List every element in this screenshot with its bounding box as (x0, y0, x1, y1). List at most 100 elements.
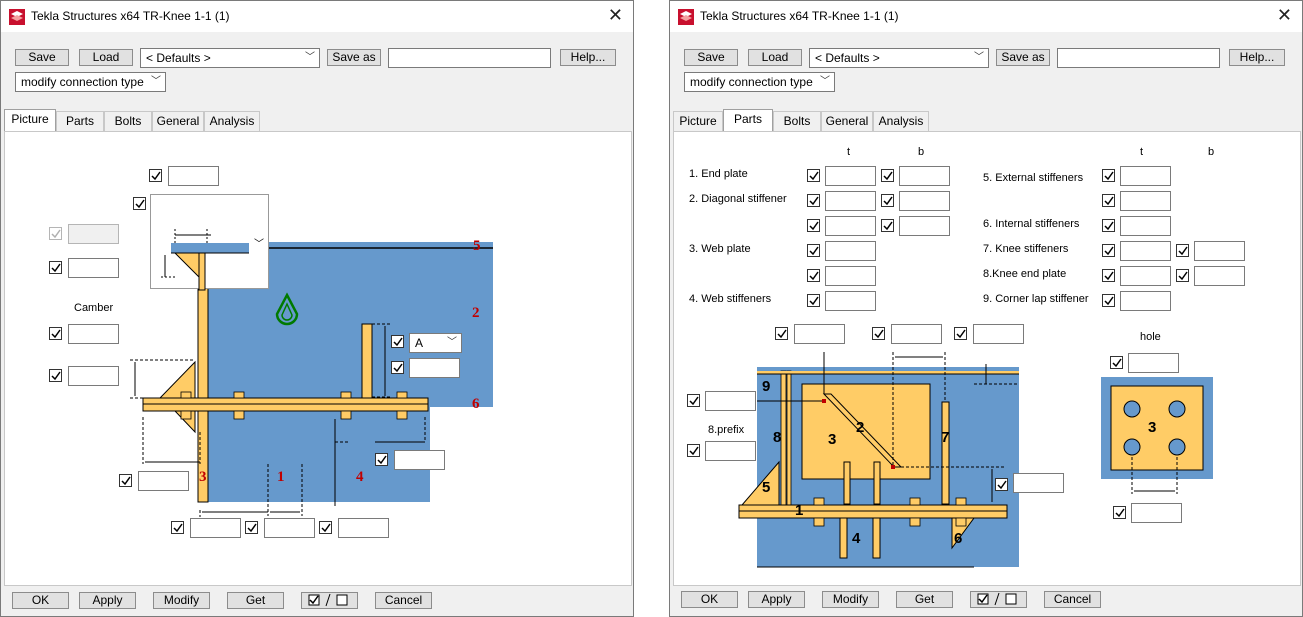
modify-button[interactable]: Modify (153, 592, 210, 609)
parts-diagram (738, 352, 1213, 568)
dim-top-2-checkbox[interactable] (872, 327, 885, 340)
bottom-field-2-checkbox[interactable] (245, 521, 258, 534)
left-offset-checkbox[interactable] (119, 474, 132, 487)
toggle-all-checkboxes-button[interactable] (970, 591, 1027, 608)
camber-checkbox[interactable] (49, 327, 62, 340)
toggle-all-checkboxes-button[interactable] (301, 592, 358, 609)
bottom-field-1-input[interactable] (190, 518, 241, 538)
tab-picture[interactable]: Picture (673, 111, 723, 132)
save-as-name-input[interactable] (388, 48, 551, 68)
tab-parts[interactable]: Parts (56, 111, 104, 132)
cancel-button[interactable]: Cancel (1044, 591, 1101, 608)
help-button[interactable]: Help... (560, 49, 616, 66)
hole-size-input[interactable] (1128, 353, 1179, 373)
disabled-field-input (68, 224, 119, 244)
hole-size-checkbox[interactable] (1110, 356, 1123, 369)
prefix-checkbox[interactable] (687, 444, 700, 457)
ok-button[interactable]: OK (12, 592, 69, 609)
end-plate-type-dropdown[interactable]: ﹀ (150, 194, 269, 291)
bottom-field-1-checkbox[interactable] (171, 521, 184, 534)
chevron-down-icon: ﹀ (974, 52, 984, 63)
dim-top-1-input[interactable] (794, 324, 845, 344)
load-button[interactable]: Load (79, 49, 133, 66)
hole-spacing-checkbox[interactable] (1113, 506, 1126, 519)
left-offset-input[interactable] (138, 471, 189, 491)
tab-bolts[interactable]: Bolts (773, 111, 821, 132)
hole-spacing-input[interactable] (1131, 503, 1182, 523)
mode-select[interactable]: modify connection type ﹀ (15, 72, 166, 92)
part-number-4: 4 (356, 469, 364, 485)
dim-left-checkbox[interactable] (687, 394, 700, 407)
top-field-checkbox[interactable] (149, 169, 162, 182)
stiffener-type-select[interactable]: A ﹀ (409, 333, 462, 353)
cancel-button[interactable]: Cancel (375, 592, 432, 609)
tab-picture[interactable]: Picture (4, 109, 56, 133)
defaults-select-value: < Defaults > (146, 51, 211, 65)
dropdown-checkbox[interactable] (133, 197, 146, 210)
window-title: Tekla Structures x64 TR-Knee 1-1 (1) (31, 9, 230, 23)
dim-top-3-input[interactable] (973, 324, 1024, 344)
combo-a-checkbox[interactable] (391, 335, 404, 348)
stiffener-height-input[interactable] (409, 358, 460, 378)
top-field-input[interactable] (168, 166, 219, 186)
picture-panel: 5 2 6 3 1 4 ﹀ Camber A ﹀ (4, 131, 632, 586)
dim-right-input[interactable] (1013, 473, 1064, 493)
defaults-select[interactable]: < Defaults > ﹀ (809, 48, 989, 68)
left-field-1-checkbox[interactable] (49, 261, 62, 274)
diagram-number-2: 2 (856, 419, 865, 436)
ok-button[interactable]: OK (681, 591, 738, 608)
part-number-5: 5 (473, 238, 481, 254)
left-dialog: Tekla Structures x64 TR-Knee 1-1 (1) ✕ S… (0, 0, 634, 617)
modify-button[interactable]: Modify (822, 591, 879, 608)
save-button[interactable]: Save (15, 49, 69, 66)
prefix-label: 8.prefix (708, 424, 745, 436)
hole-label: hole (1140, 331, 1161, 343)
title-bar: Tekla Structures x64 TR-Knee 1-1 (1) ✕ (1, 1, 633, 32)
get-button[interactable]: Get (227, 592, 284, 609)
tab-parts[interactable]: Parts (723, 109, 773, 133)
tekla-app-icon (9, 9, 25, 25)
apply-button[interactable]: Apply (748, 591, 805, 608)
close-icon[interactable]: ✕ (608, 5, 623, 26)
mode-select[interactable]: modify connection type ﹀ (684, 72, 835, 92)
mode-select-value: modify connection type (21, 75, 144, 89)
help-button[interactable]: Help... (1229, 49, 1285, 66)
right-offset-input[interactable] (394, 450, 445, 470)
save-button[interactable]: Save (684, 49, 738, 66)
tab-general[interactable]: General (152, 111, 204, 132)
tab-bolts[interactable]: Bolts (104, 111, 152, 132)
load-button[interactable]: Load (748, 49, 802, 66)
save-as-button[interactable]: Save as (327, 49, 381, 66)
triangle-height-input[interactable] (68, 366, 119, 386)
triangle-height-checkbox[interactable] (49, 369, 62, 382)
tab-analysis[interactable]: Analysis (204, 111, 260, 132)
dim-left-input[interactable] (705, 391, 756, 411)
part-number-3: 3 (199, 469, 207, 485)
dim-top-2-input[interactable] (891, 324, 942, 344)
dim-right-checkbox[interactable] (995, 478, 1008, 491)
tekla-app-icon (678, 9, 694, 25)
apply-button[interactable]: Apply (79, 592, 136, 609)
stiffener-height-checkbox[interactable] (391, 361, 404, 374)
dim-top-1-checkbox[interactable] (775, 327, 788, 340)
right-offset-checkbox[interactable] (375, 453, 388, 466)
part-number-1: 1 (277, 469, 285, 485)
diagram-number-4: 4 (852, 530, 861, 547)
save-as-button[interactable]: Save as (996, 49, 1050, 66)
bottom-field-3-checkbox[interactable] (319, 521, 332, 534)
bottom-field-2-input[interactable] (264, 518, 315, 538)
camber-input[interactable] (68, 324, 119, 344)
chevron-down-icon: ﹀ (447, 337, 457, 348)
disabled-field-checkbox (49, 227, 62, 240)
tab-analysis[interactable]: Analysis (873, 111, 929, 132)
tab-general[interactable]: General (821, 111, 873, 132)
dim-top-3-checkbox[interactable] (954, 327, 967, 340)
get-button[interactable]: Get (896, 591, 953, 608)
defaults-select[interactable]: < Defaults > ﹀ (140, 48, 320, 68)
prefix-input[interactable] (705, 441, 756, 461)
close-icon[interactable]: ✕ (1277, 5, 1292, 26)
left-field-1-input[interactable] (68, 258, 119, 278)
bottom-field-3-input[interactable] (338, 518, 389, 538)
save-as-name-input[interactable] (1057, 48, 1220, 68)
diagram-number-3: 3 (828, 431, 837, 448)
